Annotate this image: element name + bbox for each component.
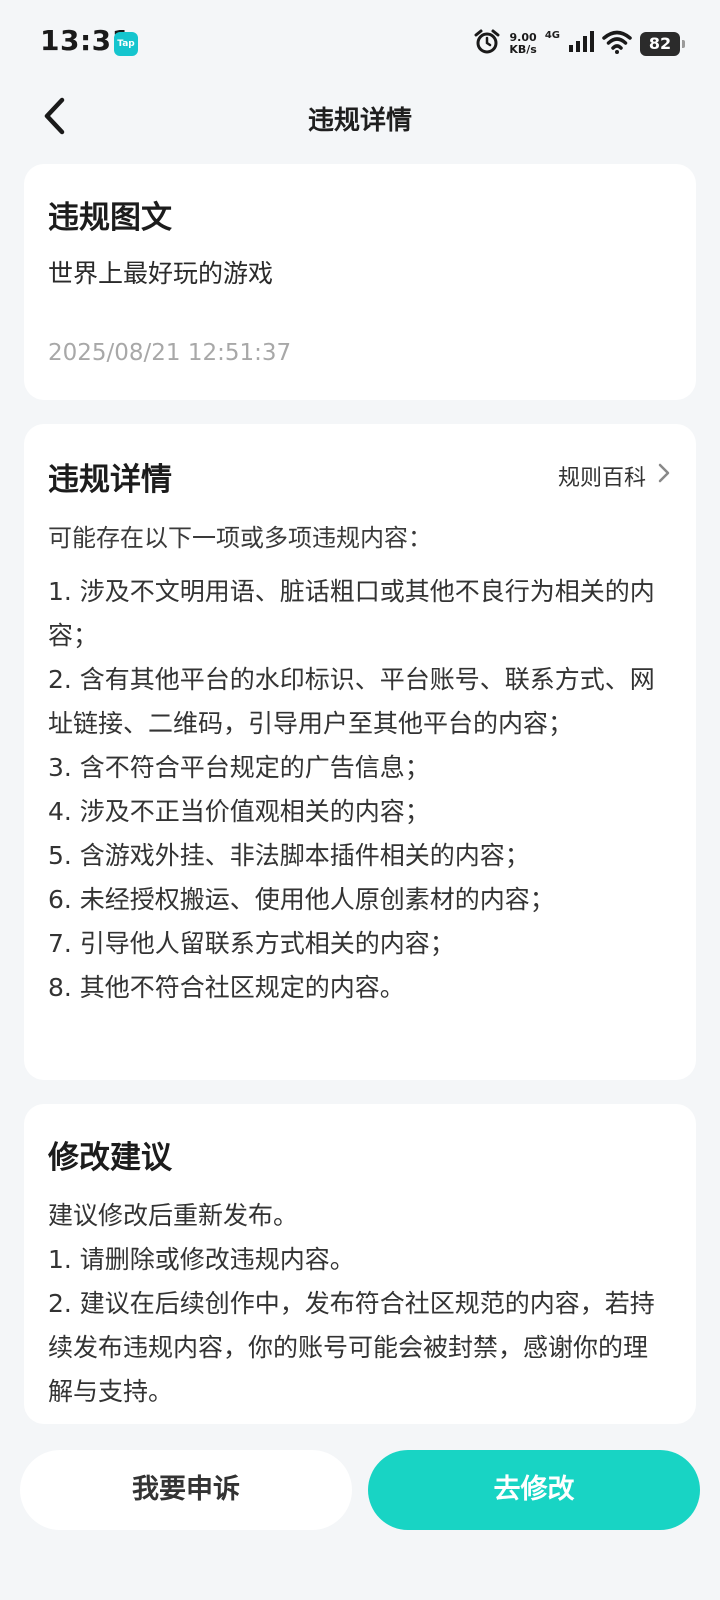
suggestions-card: 修改建议 建议修改后重新发布。 1. 请删除或修改违规内容。 2. 建议在后续创… [24, 1104, 696, 1424]
page-header: 违规详情 [0, 88, 720, 148]
violation-details-card: 违规详情 规则百科 可能存在以下一项或多项违规内容： 1. 涉及不文明用语、脏话… [24, 424, 696, 1080]
suggestions-text: 建议修改后重新发布。 1. 请删除或修改违规内容。 2. 建议在后续创作中，发布… [48, 1194, 672, 1414]
suggestion-line: 1. 请删除或修改违规内容。 [48, 1245, 355, 1274]
violation-post-content[interactable]: 世界上最好玩的游戏 [48, 254, 273, 290]
appeal-button[interactable]: 我要申诉 [20, 1450, 352, 1530]
list-item: 2. 含有其他平台的水印标识、平台账号、联系方式、网址链接、二维码，引导用户至其… [48, 665, 655, 738]
violation-post-timestamp: 2025/08/21 12:51:37 [48, 340, 292, 366]
page-title: 违规详情 [307, 106, 412, 136]
violation-post-card: 违规图文 世界上最好玩的游戏 2025/08/21 12:51:37 [24, 164, 696, 400]
violation-list: 1. 涉及不文明用语、脏话粗口或其他不良行为相关的内容； 2. 含有其他平台的水… [48, 570, 672, 1010]
list-item: 3. 含不符合平台规定的广告信息； [48, 753, 430, 782]
status-bar: 13:31 Tap 9.00 KB/s 4G 82 [0, 0, 720, 88]
tap-app-icon: Tap [114, 32, 138, 56]
list-item: 1. 涉及不文明用语、脏话粗口或其他不良行为相关的内容； [48, 577, 655, 650]
cellular-signal-icon [568, 31, 594, 57]
status-icons: 9.00 KB/s 4G 82 [473, 28, 685, 60]
list-item: 6. 未经授权搬运、使用他人原创素材的内容； [48, 885, 555, 914]
rules-wiki-label: 规则百科 [557, 466, 646, 491]
violation-details-title: 违规详情 [48, 462, 172, 498]
violation-intro: 可能存在以下一项或多项违规内容： [48, 524, 432, 552]
edit-button[interactable]: 去修改 [368, 1450, 700, 1530]
suggestions-title: 修改建议 [48, 1140, 172, 1176]
network-speed: 9.00 KB/s [509, 32, 536, 56]
list-item: 4. 涉及不正当价值观相关的内容； [48, 797, 430, 826]
wifi-icon [602, 30, 632, 58]
rules-wiki-link[interactable]: 规则百科 [558, 460, 670, 492]
list-item: 5. 含游戏外挂、非法脚本插件相关的内容； [48, 841, 530, 870]
list-item: 7. 引导他人留联系方式相关的内容； [48, 929, 455, 958]
network-type: 4G [544, 30, 560, 41]
network-speed-unit: KB/s [509, 43, 537, 56]
suggestion-line: 2. 建议在后续创作中，发布符合社区规范的内容，若持续发布违规内容，你的账号可能… [48, 1289, 655, 1406]
suggestion-line: 建议修改后重新发布。 [48, 1201, 299, 1230]
battery-indicator: 82 [640, 32, 685, 56]
alarm-icon [473, 28, 501, 60]
violation-post-title: 违规图文 [48, 200, 172, 236]
chevron-right-icon [658, 463, 670, 489]
bottom-action-bar: 我要申诉 去修改 [0, 1424, 720, 1600]
list-item: 8. 其他不符合社区规定的内容。 [48, 973, 405, 1002]
